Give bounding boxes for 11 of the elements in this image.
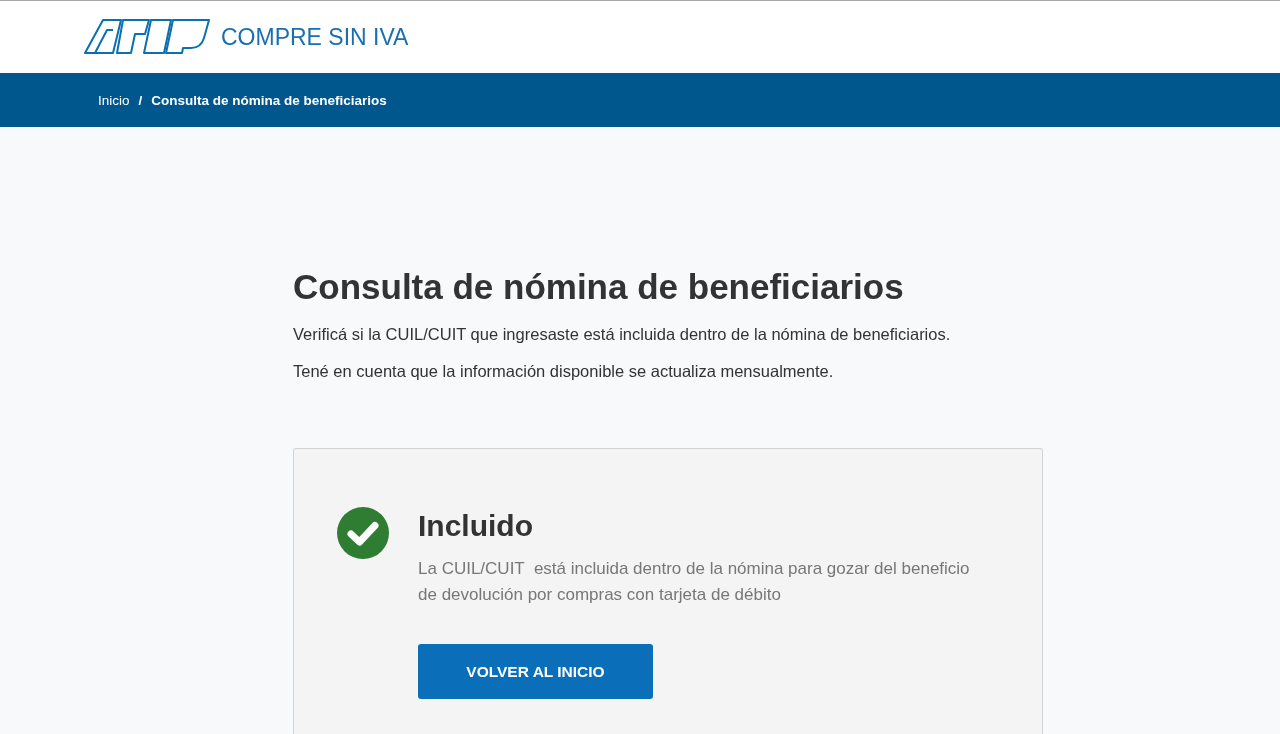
page-title: Consulta de nómina de beneficiarios bbox=[293, 266, 905, 308]
breadcrumb-current: Consulta de nómina de beneficiarios bbox=[151, 92, 387, 108]
logo-icon[interactable] bbox=[83, 18, 211, 54]
intro-text: Tené en cuenta que la información disponible se actualiza mensualmente. bbox=[293, 361, 835, 382]
site-title: COMPRE SIN IVA bbox=[221, 22, 409, 51]
result-message: La CUIL/CUIT está incluida dentro de la nómina para gozar del beneficio de devolución por compras con tarjeta de débito bbox=[418, 558, 971, 606]
breadcrumb-link[interactable]: Inicio bbox=[98, 92, 130, 108]
back-home-button[interactable]: VOLVER AL INICIO bbox=[418, 644, 653, 699]
intro-text: Verificá si la CUIL/CUIT que ingresaste está incluida dentro de la nómina de beneficiarios. bbox=[293, 324, 952, 345]
result-title: Incluido bbox=[418, 508, 533, 544]
breadcrumb-separator: / bbox=[138, 92, 143, 108]
